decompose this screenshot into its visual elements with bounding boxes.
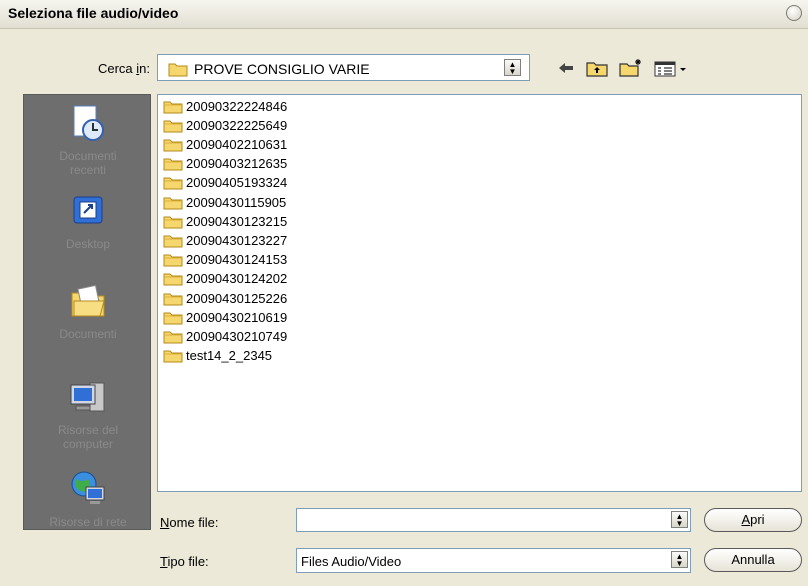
documents-icon [71, 284, 105, 317]
back-arrow-icon[interactable] [556, 58, 576, 78]
file-list-item-label: 20090322225649 [186, 117, 288, 133]
filename-input[interactable]: ▲ ▼ [296, 508, 691, 532]
folder-icon [163, 197, 183, 209]
folder-icon [168, 63, 188, 77]
file-list-item-label: 20090430123215 [186, 213, 288, 229]
file-list-item[interactable]: 20090430210619 [163, 308, 287, 326]
folder-icon [163, 120, 183, 133]
window-title: Seleziona file audio/video [8, 5, 179, 21]
file-list-item-label: 20090430115905 [186, 194, 287, 210]
folder-icon [163, 312, 183, 325]
file-list-item-label: 20090430210619 [186, 309, 288, 325]
place-network[interactable]: Risorse di rete [24, 469, 152, 529]
filename-dropdown-arrow[interactable]: ▲ ▼ [671, 511, 688, 528]
file-list-item-label: 20090430125226 [186, 290, 288, 306]
look-in-value: PROVE CONSIGLIO VARIE [194, 61, 370, 77]
folder-icon [163, 101, 183, 113]
file-list-item-label: 20090403212635 [186, 156, 288, 172]
place-documents[interactable]: Documenti [24, 281, 152, 341]
file-list-item[interactable]: 20090430125226 [163, 289, 287, 307]
file-list-item[interactable]: 20090430123215 [163, 212, 287, 230]
filetype-combo[interactable]: Files Audio/Video ▲ ▼ [296, 548, 691, 573]
file-list-item-label: 20090430124202 [186, 271, 288, 287]
file-list-item-label: test14_2_2345 [186, 348, 273, 364]
network-icon [71, 471, 105, 504]
look-in-label: Cerca in: [97, 61, 150, 76]
recent-documents-icon [73, 105, 104, 141]
file-list-item[interactable]: 20090430124153 [163, 251, 287, 269]
folder-icon [163, 139, 183, 152]
file-list-item-label: 20090402210631 [186, 136, 288, 152]
look-in-combo[interactable]: PROVE CONSIGLIO VARIE ▲ ▼ [157, 54, 530, 81]
folder-icon [163, 254, 183, 267]
folder-icon [163, 158, 183, 171]
place-desktop[interactable]: Desktop [24, 191, 152, 251]
file-list-item-label: 20090322224846 [186, 98, 288, 114]
file-list-item[interactable]: 20090430210749 [163, 327, 287, 345]
file-list-item[interactable]: 20090402210631 [163, 135, 287, 153]
folder-icon [163, 331, 183, 344]
filename-label: Nome file: [160, 515, 219, 530]
folder-icon [163, 350, 183, 363]
title-bar: Seleziona file audio/video [0, 0, 808, 29]
file-list[interactable]: 20090322224846 20090322225649 200904022106… [157, 94, 802, 492]
place-my-computer[interactable]: Risorse del computer [24, 377, 152, 451]
filetype-dropdown-arrow[interactable]: ▲ ▼ [671, 551, 688, 568]
file-list-item-label: 20090430123227 [186, 232, 288, 248]
file-list-item[interactable]: 20090322225649 [163, 116, 287, 134]
folder-up-icon[interactable] [586, 58, 608, 78]
desktop-icon [73, 196, 103, 224]
folder-icon [163, 177, 183, 190]
folder-icon [163, 273, 183, 286]
file-list-item-label: 20090430124153 [186, 252, 288, 268]
file-list-item[interactable]: 20090403212635 [163, 155, 287, 173]
folder-icon [163, 235, 183, 248]
folder-icon [163, 293, 183, 305]
look-in-dropdown-arrow[interactable]: ▲ ▼ [504, 59, 521, 76]
filetype-value: Files Audio/Video [301, 554, 402, 569]
file-list-item[interactable]: 20090430123227 [163, 231, 287, 249]
place-recent-documents[interactable]: Documenti recenti [24, 103, 152, 177]
file-list-item[interactable]: 20090430115905 [163, 193, 286, 211]
filetype-label: Tipo file: [160, 554, 209, 569]
cancel-button[interactable]: Annulla [704, 548, 802, 572]
file-list-item[interactable]: test14_2_2345 [163, 347, 272, 365]
file-list-item[interactable]: 20090430124202 [163, 270, 287, 288]
new-folder-icon[interactable] [619, 58, 643, 78]
folder-icon [163, 216, 183, 229]
file-list-item-label: 20090430210749 [186, 328, 288, 344]
view-menu-icon[interactable] [653, 58, 697, 78]
places-bar: Documenti recenti Desktop Documenti Riso… [23, 94, 151, 530]
open-button[interactable]: Apri [704, 508, 802, 532]
file-list-item[interactable]: 20090322224846 [163, 97, 287, 115]
file-list-item[interactable]: 20090405193324 [163, 174, 287, 192]
file-list-item-label: 20090405193324 [186, 175, 288, 191]
close-button[interactable] [786, 5, 802, 21]
my-computer-icon [70, 382, 105, 412]
